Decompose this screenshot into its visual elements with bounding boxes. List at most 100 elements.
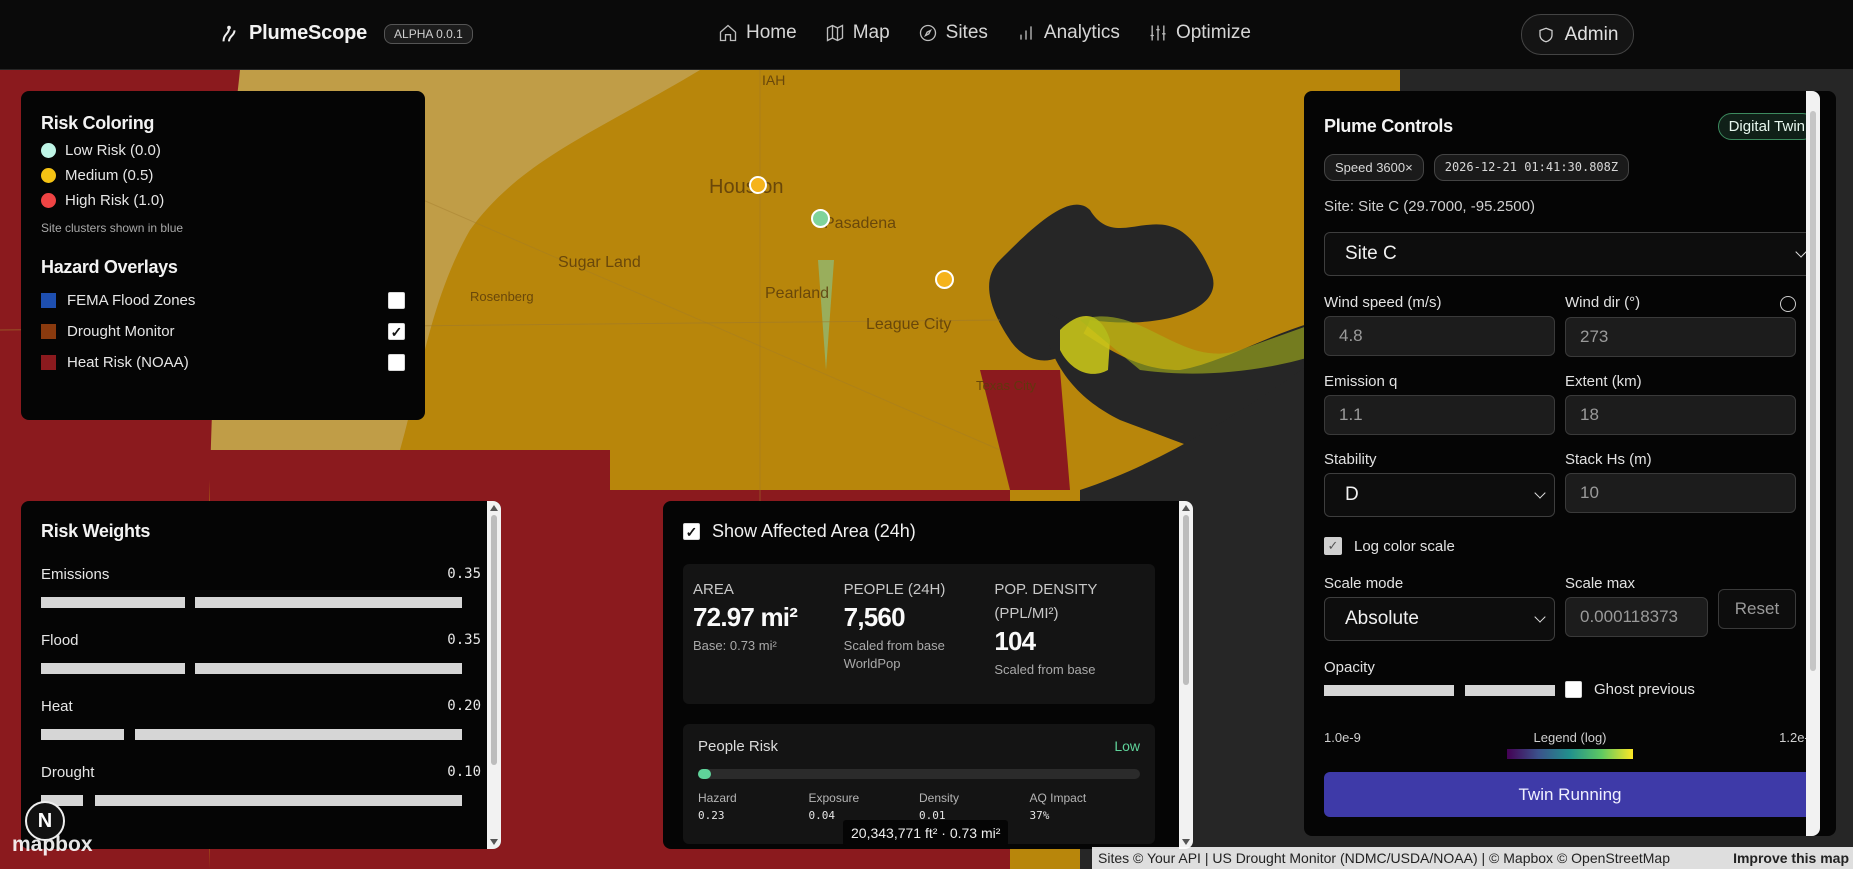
low-risk-dot	[41, 143, 56, 158]
weight-flood-value: 0.35	[447, 632, 481, 648]
speed-chip: Speed 3600×	[1324, 154, 1424, 181]
overlay-drought-label: Drought Monitor	[67, 323, 175, 340]
extent-input[interactable]: 18	[1565, 395, 1796, 435]
weight-emissions-value: 0.35	[447, 566, 481, 582]
site-marker-houston[interactable]	[749, 176, 767, 194]
metric-hazard-value: 0.23	[698, 809, 725, 822]
legend-title: Legend (log)	[1533, 730, 1607, 745]
plume-controls-panel: Plume Controls Digital Twin Speed 3600× …	[1304, 91, 1836, 836]
legend-medium-label: Medium (0.5)	[65, 167, 154, 184]
metric-density: Density 0.01	[919, 791, 1030, 822]
attribution-text: Sites © Your API | US Drought Monitor (N…	[1098, 850, 1670, 866]
map-label-houston: Houston	[709, 176, 784, 198]
top-navbar: PlumeScope ALPHA 0.0.1 Home Map Sites An…	[0, 0, 1853, 70]
shield-icon	[1538, 27, 1553, 42]
weight-heat-label: Heat	[41, 698, 73, 715]
ghost-previous-checkbox[interactable]	[1565, 681, 1582, 698]
weight-heat-slider[interactable]	[41, 729, 462, 740]
plume-logo-icon	[222, 25, 236, 41]
ghost-previous-label: Ghost previous	[1594, 681, 1695, 698]
legend-high: High Risk (1.0)	[41, 192, 405, 209]
plume-scrollbar[interactable]	[1806, 91, 1820, 836]
heat-swatch	[41, 355, 56, 370]
n-avatar-badge[interactable]: N	[25, 801, 65, 841]
heat-checkbox[interactable]	[388, 354, 405, 371]
plume-controls-title: Plume Controls	[1324, 116, 1453, 136]
nav-home[interactable]: Home	[718, 22, 797, 44]
weight-emissions: Emissions 0.35	[41, 566, 481, 608]
chevron-down-icon	[1795, 246, 1807, 258]
overlay-heat[interactable]: Heat Risk (NOAA)	[41, 354, 405, 371]
nav-optimize-label: Optimize	[1175, 22, 1251, 43]
admin-button[interactable]: Admin	[1521, 14, 1634, 55]
affected-stats: AREA 72.97 mi² Base: 0.73 mi² PEOPLE (24…	[683, 564, 1155, 704]
metric-hazard: Hazard 0.23	[698, 791, 809, 822]
legend-low-label: Low Risk (0.0)	[65, 142, 161, 159]
stat-people-sub: Scaled from base WorldPop	[843, 638, 945, 671]
weights-scrollbar[interactable]	[487, 501, 501, 849]
plume-legend: 1.0e-9 Legend (log) 1.2e-4	[1324, 730, 1816, 759]
stability-value: D	[1345, 484, 1359, 505]
admin-label: Admin	[1564, 23, 1619, 45]
site-select[interactable]: Site C	[1324, 232, 1816, 276]
map-label-league-city: League City	[866, 316, 952, 333]
log-scale-toggle[interactable]: ✓ Log color scale	[1324, 537, 1816, 555]
weight-flood-label: Flood	[41, 632, 79, 649]
stat-density-value: 104	[994, 626, 1036, 656]
site-info: Site: Site C (29.7000, -95.2500)	[1324, 198, 1535, 215]
legend-medium: Medium (0.5)	[41, 167, 405, 184]
opacity-slider[interactable]	[1324, 685, 1555, 696]
overlay-fema[interactable]: FEMA Flood Zones	[41, 292, 405, 309]
nav-optimize[interactable]: Optimize	[1148, 22, 1251, 44]
risk-coloring-title: Risk Coloring	[41, 113, 155, 133]
metric-hazard-label: Hazard	[698, 791, 737, 805]
nav-map[interactable]: Map	[825, 22, 890, 44]
stack-height-input[interactable]: 10	[1565, 473, 1796, 513]
metric-aq-impact: AQ Impact 37%	[1030, 791, 1141, 822]
wind-speed-input[interactable]: 4.8	[1324, 316, 1555, 356]
reset-button[interactable]: Reset	[1718, 589, 1796, 629]
people-risk-bar	[698, 769, 1140, 779]
metric-density-label: Density	[919, 791, 960, 805]
affected-checkbox[interactable]	[683, 523, 700, 540]
stat-density: POP. DENSITY (PPL/MI²) 104 Scaled from b…	[994, 578, 1145, 690]
nav-analytics[interactable]: Analytics	[1016, 22, 1120, 44]
metric-exposure: Exposure 0.04	[809, 791, 920, 822]
affected-scrollbar[interactable]	[1179, 501, 1193, 849]
emission-label: Emission q	[1324, 373, 1398, 390]
map-label-sugar-land: Sugar Land	[558, 254, 641, 271]
improve-map-link[interactable]: Improve this map	[1733, 850, 1853, 866]
drought-checkbox[interactable]	[388, 323, 405, 340]
stability-select[interactable]: D	[1324, 473, 1555, 517]
weight-drought-slider[interactable]	[41, 795, 462, 806]
weight-emissions-slider[interactable]	[41, 597, 462, 608]
stat-density-label: POP. DENSITY (PPL/MI²)	[994, 581, 1098, 622]
site-select-value: Site C	[1345, 243, 1397, 264]
drought-swatch	[41, 324, 56, 339]
affected-toggle-label: Show Affected Area (24h)	[712, 521, 916, 541]
affected-toggle[interactable]: Show Affected Area (24h)	[683, 521, 1173, 542]
extent-label: Extent (km)	[1565, 373, 1642, 390]
weight-flood-slider[interactable]	[41, 663, 462, 674]
scale-mode-label: Scale mode	[1324, 575, 1404, 592]
stack-height-label: Stack Hs (m)	[1565, 451, 1652, 468]
sliders-icon	[1150, 25, 1166, 41]
wind-compass-icon[interactable]	[1780, 296, 1796, 312]
nav-sites[interactable]: Sites	[918, 22, 988, 44]
log-scale-checkbox[interactable]: ✓	[1324, 537, 1342, 555]
wind-dir-input[interactable]: 273	[1565, 317, 1796, 357]
metric-aq-impact-label: AQ Impact	[1029, 791, 1087, 805]
fema-checkbox[interactable]	[388, 292, 405, 309]
overlay-drought[interactable]: Drought Monitor	[41, 323, 405, 340]
site-marker-league-city[interactable]	[935, 270, 954, 289]
twin-running-button[interactable]: Twin Running	[1324, 772, 1816, 817]
site-marker-pasadena[interactable]	[811, 209, 830, 228]
emission-input[interactable]: 1.1	[1324, 395, 1555, 435]
home-icon	[719, 24, 737, 42]
stat-people-value: 7,560	[843, 602, 906, 632]
brand[interactable]: PlumeScope ALPHA 0.0.1	[218, 22, 473, 45]
map-label-pearland: Pearland	[765, 285, 830, 302]
overlay-heat-label: Heat Risk (NOAA)	[67, 354, 189, 371]
scale-mode-select[interactable]: Absolute	[1324, 597, 1555, 641]
scale-max-input[interactable]: 0.000118373	[1565, 597, 1708, 637]
